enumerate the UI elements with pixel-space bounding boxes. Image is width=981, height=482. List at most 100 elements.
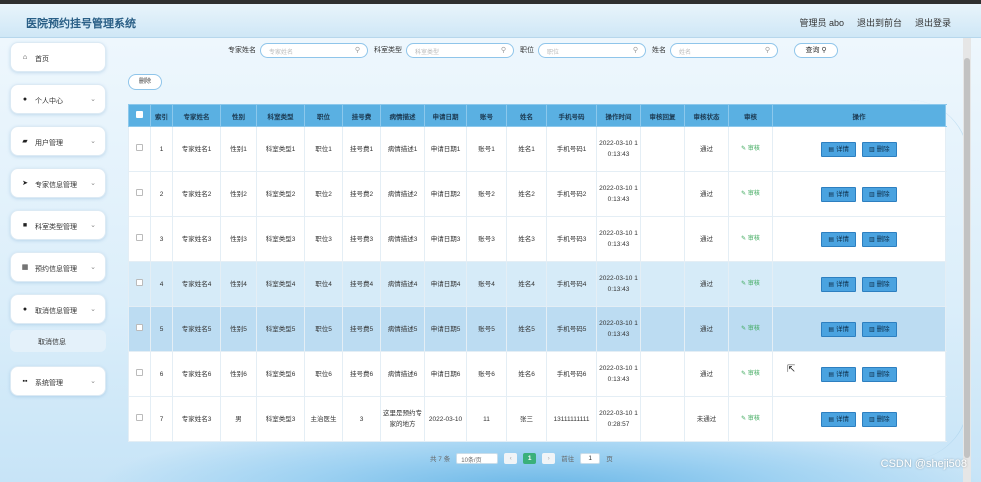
sidebar-item-label: 预约信息管理 <box>35 266 77 273</box>
exit-to-frontend-link[interactable]: 退出到前台 <box>857 16 902 29</box>
detail-button-label: 详情 <box>836 415 849 423</box>
table-cell: 1 <box>150 126 173 172</box>
row-select-cell[interactable] <box>128 216 151 262</box>
sidebar-subitem-cancel-info[interactable]: 取消信息 <box>10 330 106 352</box>
trash-icon: ▥ <box>869 146 875 153</box>
delete-button[interactable]: ▥ 删除 <box>862 276 897 292</box>
dept-type-input[interactable]: 科室类型 ⚲ <box>406 42 514 58</box>
detail-button[interactable]: ▤ 详情 <box>821 366 856 382</box>
next-page-button[interactable]: › <box>542 452 556 464</box>
sidebar-item-7[interactable]: ▪▪ 系统管理 ⌄ <box>10 366 106 396</box>
trash-icon: ▥ <box>869 281 875 288</box>
table-cell: 姓名1 <box>506 126 547 172</box>
table-cell: 职位2 <box>304 171 343 217</box>
detail-button[interactable]: ▤ 详情 <box>821 141 856 157</box>
user-icon: ● <box>22 96 28 103</box>
row-checkbox[interactable] <box>136 323 143 331</box>
query-button[interactable]: 查询 ⚲ <box>794 42 838 58</box>
table-cell: 性别5 <box>220 306 257 352</box>
table-cell: 挂号费2 <box>342 171 381 217</box>
delete-button[interactable]: ▥ 删除 <box>862 231 897 247</box>
row-checkbox[interactable] <box>136 188 143 196</box>
column-header: 病情描述 <box>380 104 425 127</box>
trash-icon: ▥ <box>869 371 875 378</box>
table-cell <box>640 351 685 397</box>
delete-button[interactable]: ▥ 删除 <box>862 411 897 427</box>
table-cell: 手机号码6 <box>546 351 597 397</box>
sidebar-item-0[interactable]: ⌂ 首页 <box>10 42 106 72</box>
page-size-select[interactable]: 10条/页 <box>456 452 499 464</box>
chevron-down-icon: ⌄ <box>90 222 96 229</box>
sidebar-item-6[interactable]: ● 取消信息管理 ⌄ <box>10 294 106 324</box>
expert-name-placeholder: 专家姓名 <box>269 49 294 56</box>
row-checkbox[interactable] <box>136 368 143 376</box>
audit-link[interactable]: ✎ 审核 <box>741 191 760 197</box>
sidebar-item-2[interactable]: ▰ 用户管理 ⌄ <box>10 126 106 156</box>
row-select-cell[interactable] <box>128 396 151 442</box>
row-select-cell[interactable] <box>128 261 151 307</box>
goto-page-input[interactable]: 1 <box>580 452 601 464</box>
delete-button-label: 删除 <box>876 235 890 243</box>
table-cell: 账号5 <box>466 306 507 352</box>
audit-link[interactable]: ✎ 审核 <box>741 236 760 242</box>
row-select-cell[interactable] <box>128 126 151 172</box>
delete-button[interactable]: ▥ 删除 <box>862 186 897 202</box>
column-header: 挂号费 <box>342 104 381 127</box>
batch-delete-button[interactable]: 删除 <box>128 74 162 90</box>
row-checkbox[interactable] <box>136 413 143 421</box>
audit-link[interactable]: ✎ 审核 <box>741 371 760 377</box>
detail-button[interactable]: ▤ 详情 <box>821 276 856 292</box>
audit-cell: ✎ 审核 <box>728 216 773 262</box>
trash-icon: ▥ <box>869 416 875 423</box>
detail-button[interactable]: ▤ 详情 <box>821 411 856 427</box>
prev-page-button[interactable]: ‹ <box>504 452 518 464</box>
document-icon: ▤ <box>828 146 834 153</box>
audit-link[interactable]: ✎ 审核 <box>741 326 760 332</box>
page-1-button[interactable]: 1 <box>523 452 537 464</box>
delete-button[interactable]: ▥ 删除 <box>862 321 897 337</box>
logout-link[interactable]: 退出登录 <box>915 16 951 29</box>
table-row[interactable]: 4 专家姓名4 性别4 科室类型4 职位4 挂号费4 病情描述4 申请日期4 账号4 姓名4 手机号… <box>128 261 946 307</box>
table-row[interactable]: 5 专家姓名5 性别5 科室类型5 职位5 挂号费5 病情描述5 申请日期5 账号5 姓名5 手机号… <box>128 306 946 352</box>
chevron-down-icon: ⌄ <box>90 138 96 145</box>
delete-button-label: 删除 <box>876 145 890 153</box>
audit-link[interactable]: ✎ 审核 <box>741 416 760 422</box>
name-input[interactable]: 姓名 ⚲ <box>670 42 778 58</box>
audit-cell: ✎ 审核 <box>728 306 773 352</box>
row-select-cell[interactable] <box>128 351 151 397</box>
table-row[interactable]: 6 专家姓名6 性别6 科室类型6 职位6 挂号费6 病情描述6 申请日期6 账号6 姓名6 手机号… <box>128 351 946 397</box>
detail-button[interactable]: ▤ 详情 <box>821 186 856 202</box>
sidebar-item-5[interactable]: ▦ 预约信息管理 ⌄ <box>10 252 106 282</box>
detail-button[interactable]: ▤ 详情 <box>821 231 856 247</box>
row-checkbox[interactable] <box>136 278 143 286</box>
position-input[interactable]: 职位 ⚲ <box>538 42 646 58</box>
table-row[interactable]: 3 专家姓名3 性别3 科室类型3 职位3 挂号费3 病情描述3 申请日期3 账号3 姓名3 手机号… <box>128 216 946 262</box>
row-select-cell[interactable] <box>128 171 151 217</box>
row-select-cell[interactable] <box>128 306 151 352</box>
expert-name-input[interactable]: 专家姓名 ⚲ <box>260 42 368 58</box>
audit-link[interactable]: ✎ 审核 <box>741 281 760 287</box>
table-row[interactable]: 2 专家姓名2 性别2 科室类型2 职位2 挂号费2 病情描述2 申请日期2 账号2 姓名2 手机号… <box>128 171 946 217</box>
sidebar-item-1[interactable]: ● 个人中心 ⌄ <box>10 84 106 114</box>
row-checkbox[interactable] <box>136 233 143 241</box>
delete-button[interactable]: ▥ 删除 <box>862 366 897 382</box>
detail-button[interactable]: ▤ 详情 <box>821 321 856 337</box>
sidebar-item-4[interactable]: ■ 科室类型管理 ⌄ <box>10 210 106 240</box>
table-row[interactable]: 7 专家姓名3 男科室类型3 主治医生 3 这里是预约专家的地方 2022-03-10 11 张… <box>128 396 946 442</box>
goto-suffix: 页 <box>606 456 613 463</box>
audit-link[interactable]: ✎ 审核 <box>741 146 760 152</box>
select-all-checkbox[interactable] <box>136 111 143 118</box>
table-row[interactable]: 1 专家姓名1 性别1 科室类型1 职位1 挂号费1 病情描述1 申请日期1 账号1 姓名1 手机号… <box>128 126 946 172</box>
sidebar-item-3[interactable]: ➤ 专家信息管理 ⌄ <box>10 168 106 198</box>
page-scrollbar[interactable] <box>963 38 971 482</box>
row-checkbox[interactable] <box>136 143 143 151</box>
scrollbar-thumb[interactable] <box>964 58 970 458</box>
admin-user-label[interactable]: 管理员 abo <box>799 16 844 29</box>
delete-button[interactable]: ▥ 删除 <box>862 141 897 157</box>
audit-cell: ✎ 审核 <box>728 171 773 217</box>
table-cell: 姓名2 <box>506 171 547 217</box>
header-select-all[interactable] <box>128 104 151 127</box>
apps-icon: ▪▪ <box>22 378 28 385</box>
document-icon: ▤ <box>828 236 834 243</box>
table-cell: 5 <box>150 306 173 352</box>
